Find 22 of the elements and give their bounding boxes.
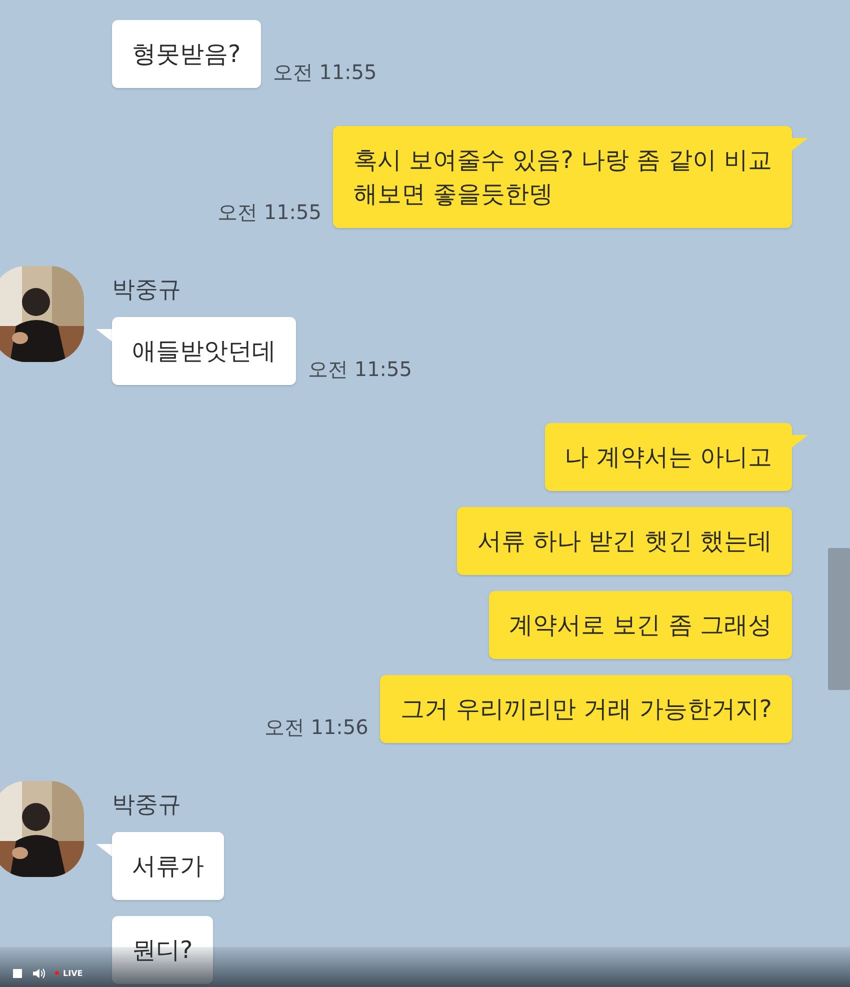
scrollbar[interactable] bbox=[828, 548, 850, 690]
message-bubble: 그거 우리끼리만 거래 가능한거지? bbox=[380, 675, 792, 743]
volume-icon[interactable] bbox=[32, 968, 45, 978]
sender-name: 박중규 bbox=[112, 276, 182, 305]
live-dot-icon bbox=[55, 971, 59, 975]
timestamp: 오전 11:55 bbox=[308, 356, 412, 383]
message-bubble: 형못받음? bbox=[112, 20, 261, 88]
message-bubble: 나 계약서는 아니고 bbox=[544, 423, 792, 491]
timestamp: 오전 11:55 bbox=[272, 59, 377, 86]
sender-name: 박중규 bbox=[112, 791, 182, 820]
timestamp: 오전 11:55 bbox=[217, 199, 322, 226]
message-bubble: 혹시 보여줄수 있음? 나랑 좀 같이 비교 해보면 좋을듯한뎅 bbox=[333, 126, 792, 228]
live-label: LIVE bbox=[63, 968, 83, 978]
bubble-tail bbox=[790, 138, 808, 152]
stop-icon[interactable] bbox=[13, 968, 22, 978]
message-bubble: 뭔디? bbox=[112, 916, 213, 984]
bubble-tail bbox=[790, 435, 808, 449]
timestamp: 오전 11:56 bbox=[264, 714, 368, 741]
message-bubble: 서류가 bbox=[112, 832, 224, 900]
message-bubble: 계약서로 보긴 좀 그래성 bbox=[489, 591, 792, 659]
message-bubble: 서류 하나 받긴 햇긴 했는데 bbox=[457, 507, 792, 575]
message-bubble: 애들받앗던데 bbox=[112, 317, 296, 385]
